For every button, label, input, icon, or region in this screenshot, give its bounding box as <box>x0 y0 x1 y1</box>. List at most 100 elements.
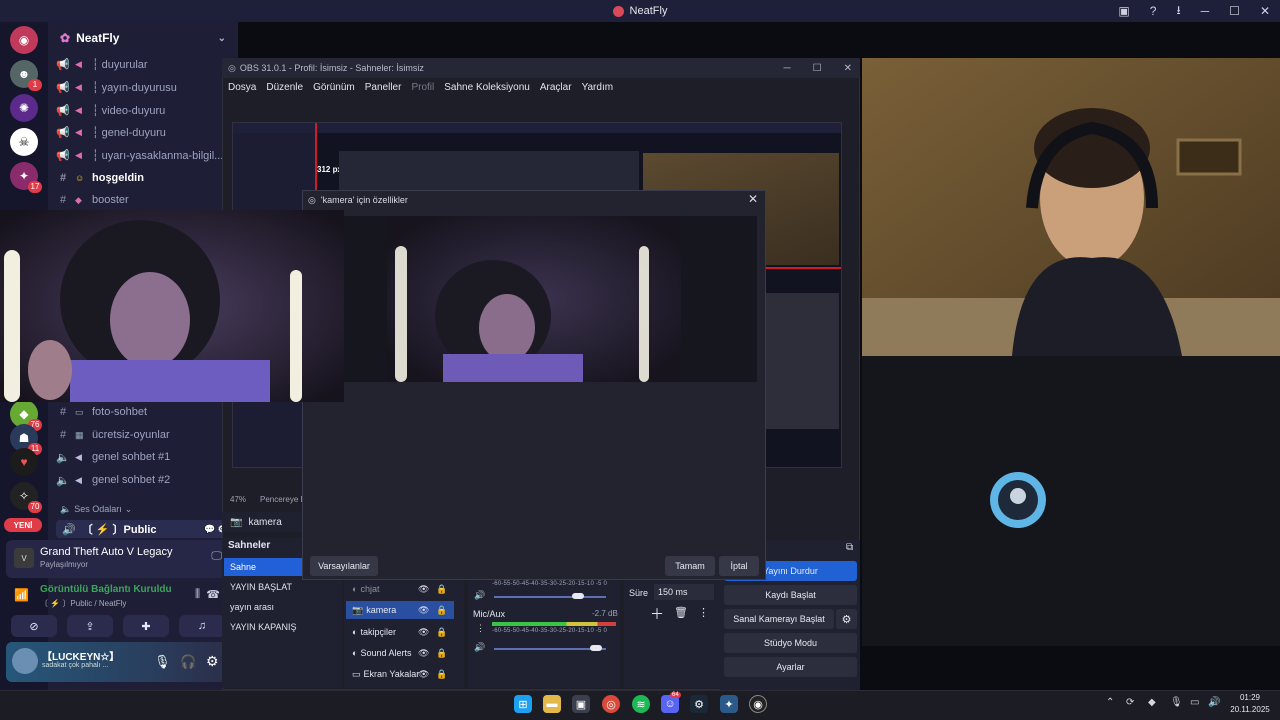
server-icon[interactable]: ☻ 1 <box>10 60 42 91</box>
scene-item[interactable]: YAYIN BAŞLAT <box>224 578 340 596</box>
server-icon[interactable]: ✦ 17 <box>10 162 42 193</box>
lock-icon[interactable]: 🔒 <box>436 584 447 595</box>
start-icon[interactable]: ⊞ <box>514 695 532 713</box>
channel-item[interactable]: # ▭ foto-sohbet <box>56 402 232 422</box>
visibility-eye-icon[interactable]: 👁 <box>418 584 429 595</box>
visibility-eye-icon[interactable]: 👁 <box>418 605 429 616</box>
network-icon[interactable]: ▭ <box>1190 697 1199 708</box>
steam-icon[interactable]: ⚙ <box>690 695 708 713</box>
volume-slider-knob[interactable] <box>590 645 602 651</box>
obs-icon[interactable]: ◉ <box>749 695 767 713</box>
minimize-icon[interactable]: ─ <box>784 63 791 74</box>
headphones-icon[interactable]: 🎧 <box>180 654 196 670</box>
server-icon[interactable]: ✧ 70 <box>10 482 42 513</box>
lock-icon[interactable]: 🔒 <box>436 605 447 616</box>
activities-button[interactable]: ✚ <box>123 615 169 637</box>
channel-item[interactable]: 📢 ◀ ┆ uyarı-yasaklanma-bilgil... <box>56 145 232 165</box>
sync-icon[interactable]: ⟳ <box>1126 697 1134 708</box>
system-clock[interactable]: 01:29 20.11.2025 <box>1224 692 1276 716</box>
volume-slider-knob[interactable] <box>572 593 584 599</box>
server-icon[interactable]: ✺ <box>10 94 38 122</box>
voice-connection-status[interactable]: 📶 Görüntülü Bağlantı Kuruldu 〔 ⚡ 〕Public… <box>6 580 230 614</box>
channel-item[interactable]: 🔈 ◀ genel sohbet #2 <box>56 470 232 490</box>
file-explorer-icon[interactable]: ▬ <box>543 695 561 713</box>
ok-button[interactable]: Tamam <box>665 556 715 576</box>
settings-gear-icon[interactable]: ⚙ <box>206 653 219 670</box>
zoom-level[interactable]: 47% <box>230 495 246 504</box>
spotify-icon[interactable]: ≋ <box>632 695 650 713</box>
channel-item[interactable]: 📢 ◀ ┆ genel-duyuru <box>56 122 232 142</box>
channel-item[interactable]: 🔈 ◀ genel sohbet #1 <box>56 447 232 467</box>
disconnect-icon[interactable]: ☎ <box>206 588 220 601</box>
camera-off-button[interactable]: ⊘ <box>11 615 57 637</box>
more-options-icon[interactable]: ⋮ <box>476 623 485 634</box>
microphone-icon[interactable]: 🎙 <box>1170 697 1183 708</box>
channel-item[interactable]: 📢 ◀ ┆ video-duyuru <box>56 100 232 120</box>
minimize-icon[interactable]: ─ <box>1201 4 1210 18</box>
studio-mode-button[interactable]: Stüdyo Modu <box>724 633 857 653</box>
start-virtual-camera-button[interactable]: Sanal Kamerayı Başlat <box>724 609 834 629</box>
maximize-icon[interactable]: ☐ <box>813 63 822 74</box>
menu-sahne-koleksiyonu[interactable]: Sahne Koleksiyonu <box>444 82 530 93</box>
server-icon[interactable]: ♥ <box>10 448 38 476</box>
defaults-button[interactable]: Varsayılanlar <box>310 556 378 576</box>
server-header[interactable]: ✿ NeatFly ⌄ <box>48 22 238 54</box>
scene-item[interactable]: YAYIN KAPANIŞ <box>224 618 340 636</box>
channel-item[interactable]: 📢 ◀ ┆ yayın-duyurusu <box>56 77 232 97</box>
menu-dosya[interactable]: Dosya <box>228 82 256 93</box>
visibility-eye-icon[interactable]: 👁 <box>418 648 429 659</box>
cancel-button[interactable]: İptal <box>719 556 759 576</box>
noise-suppression-icon[interactable]: ⫼ <box>195 588 200 601</box>
channel-item[interactable]: # ◆ booster <box>56 190 232 210</box>
settings-button[interactable]: Ayarlar <box>724 657 857 677</box>
lock-icon[interactable]: 🔒 <box>436 669 447 680</box>
dock-undock-icon[interactable]: ⧉ <box>846 542 853 553</box>
menu-araclar[interactable]: Araçlar <box>540 82 572 93</box>
menu-gorunum[interactable]: Görünüm <box>313 82 355 93</box>
volume-icon[interactable]: 🔊 <box>1208 697 1220 708</box>
chrome-icon[interactable]: ◎ <box>602 695 620 713</box>
speaker-icon[interactable]: 🔊 <box>474 590 485 601</box>
add-icon[interactable]: ＋ <box>650 604 664 624</box>
download-icon[interactable]: ⭳ <box>1176 1 1180 22</box>
visibility-eye-icon[interactable]: 👁 <box>418 627 429 638</box>
voice-category[interactable]: 🔈 Ses Odaları ⌄ <box>60 504 132 515</box>
menu-yardim[interactable]: Yardım <box>582 82 614 93</box>
game-activity-card[interactable]: V Grand Theft Auto V Legacy Paylaşılmıyo… <box>6 540 230 578</box>
start-recording-button[interactable]: Kaydı Başlat <box>724 585 857 605</box>
virtual-camera-settings-icon[interactable]: ⚙ <box>836 609 857 629</box>
menu-paneller[interactable]: Paneller <box>365 82 402 93</box>
more-options-icon[interactable]: ⋮ <box>698 606 709 619</box>
soundboard-button[interactable]: ♫ <box>179 615 225 637</box>
avatar[interactable] <box>12 648 38 674</box>
server-icon[interactable]: ☠ <box>10 128 38 156</box>
new-badge[interactable]: YENİ <box>4 518 42 532</box>
app-icon[interactable]: ✦ <box>720 695 738 713</box>
trash-icon[interactable]: 🗑 <box>674 606 688 619</box>
channel-item[interactable]: 📢 ◀ ┆ duyurular <box>56 54 232 74</box>
close-icon[interactable]: ✕ <box>748 192 758 206</box>
volume-slider-track[interactable] <box>494 596 606 598</box>
maximize-icon[interactable]: ☐ <box>1229 4 1240 18</box>
channel-item[interactable]: # ☺ hoşgeldin <box>56 168 232 188</box>
chevron-up-icon[interactable]: ⌃ <box>1106 697 1114 708</box>
lock-icon[interactable]: 🔒 <box>436 627 447 638</box>
channel-item[interactable]: # ▦ ücretsiz-oyunlar <box>56 425 232 445</box>
speaker-icon[interactable]: 🔊 <box>474 642 485 653</box>
menu-profil[interactable]: Profil <box>411 82 434 93</box>
visibility-eye-icon[interactable]: 👁 <box>418 669 429 680</box>
close-icon[interactable]: ✕ <box>1260 4 1270 18</box>
close-icon[interactable]: ✕ <box>844 63 852 74</box>
microphone-icon[interactable]: 🎙 <box>154 654 171 670</box>
screen-share-button[interactable]: ⇪ <box>67 615 113 637</box>
store-icon[interactable]: ▣ <box>572 695 590 713</box>
lock-icon[interactable]: 🔒 <box>436 648 447 659</box>
menu-duzenle[interactable]: Düzenle <box>266 82 303 93</box>
duration-input[interactable]: 150 ms <box>654 584 714 600</box>
voice-channel-active[interactable]: 🔊 〔 ⚡ 〕Public 💬 ⚙ <box>56 520 232 538</box>
help-icon[interactable]: ? <box>1150 4 1157 18</box>
steam-tray-icon[interactable]: ◆ <box>1148 697 1156 708</box>
screen-share-icon[interactable]: ▣ <box>1118 4 1129 18</box>
scene-item[interactable]: yayın arası <box>224 598 340 616</box>
stream-game-icon[interactable]: 🖵 <box>211 550 222 563</box>
